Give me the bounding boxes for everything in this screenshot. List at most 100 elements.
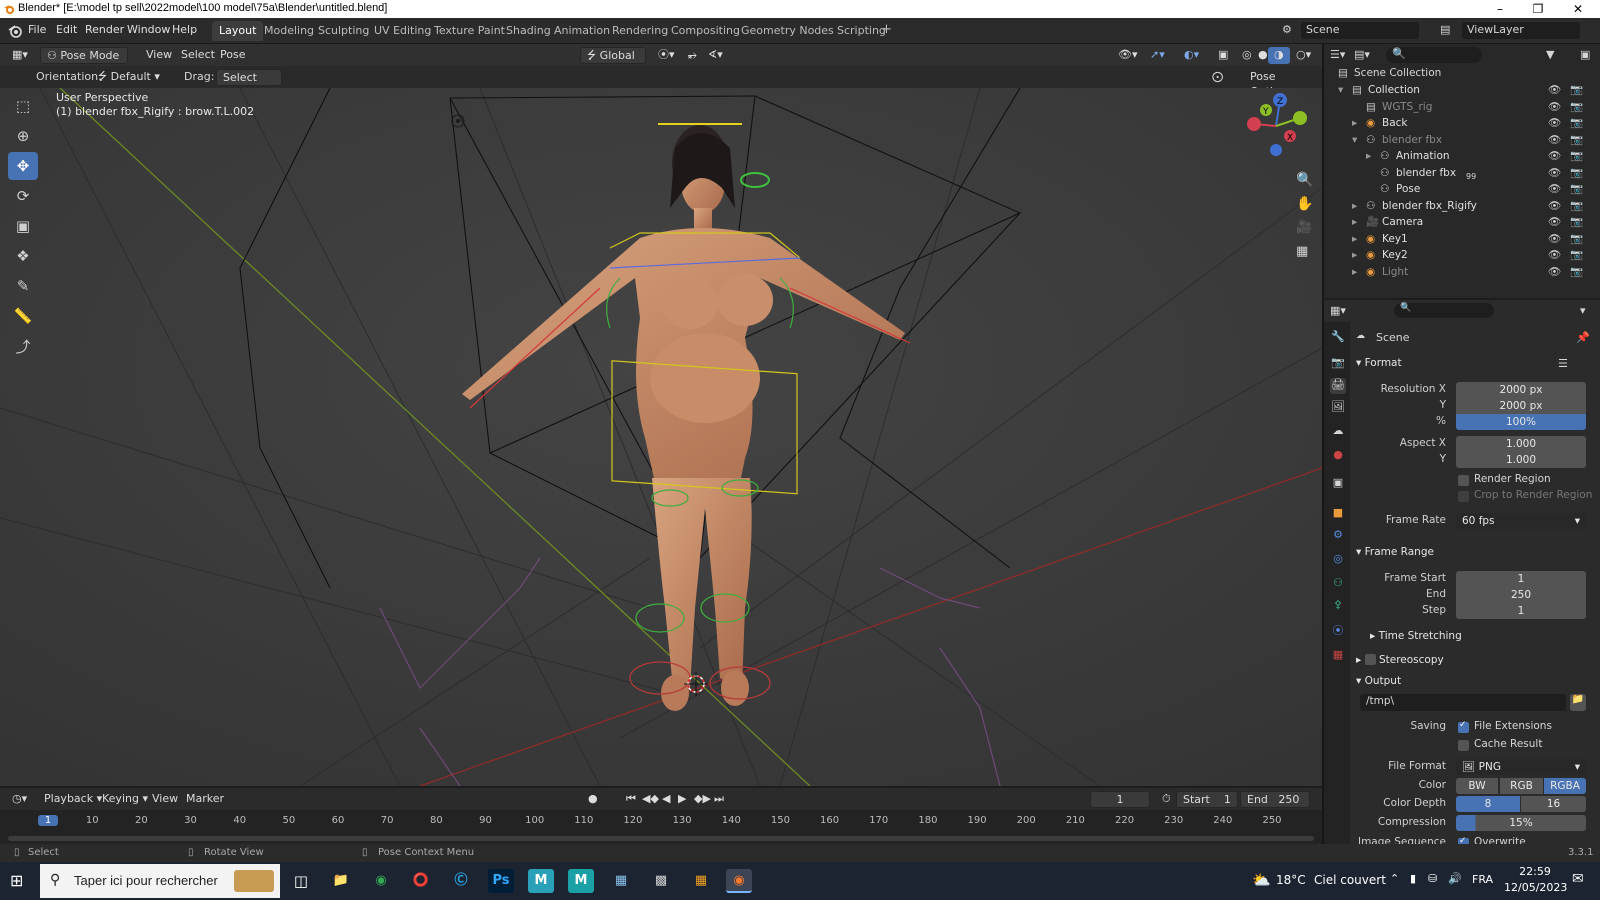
resolution-percent-field[interactable]: 100% [1456, 414, 1586, 430]
snap-options-icon[interactable]: ⨀ [1206, 69, 1229, 86]
expand-arrow-icon[interactable]: ▸ [1352, 264, 1357, 281]
snap-icon[interactable]: ⥵ [682, 47, 703, 64]
frame-rate-dropdown[interactable]: 60 fps ▾ [1456, 513, 1586, 529]
menu-pose[interactable]: Pose [214, 47, 251, 64]
tab-geometry-nodes[interactable]: Geometry Nodes [734, 21, 841, 41]
playhead[interactable]: 1 [38, 815, 58, 826]
file-extensions-checkbox[interactable] [1458, 720, 1469, 733]
rendered-shading-icon[interactable]: ○▾ [1290, 47, 1317, 64]
ccleaner-icon[interactable]: Ⓒ [448, 869, 474, 893]
opera-icon[interactable]: ⭕ [408, 869, 434, 893]
timeline[interactable]: 1 10 20 30 40 50 60 70 80 90 100 110 120 130 140 150 160… [0, 810, 1322, 844]
physics-tab-icon[interactable]: ◎ [1330, 552, 1346, 568]
color-rgba-button[interactable]: RGBA [1544, 778, 1586, 794]
move-tool-icon[interactable]: ✥ [8, 152, 38, 180]
battery-icon[interactable]: ▮ [1410, 872, 1416, 885]
constraint-tab-icon[interactable]: ⦿ [1330, 622, 1346, 638]
chrome-icon[interactable]: ◉ [368, 869, 394, 893]
record-icon[interactable]: ● [582, 791, 604, 808]
expand-arrow-icon[interactable]: ▸ [1352, 198, 1357, 215]
outliner-item[interactable]: ▸ ◉ Back 👁 📷 [1324, 115, 1600, 132]
xray-icon[interactable]: ▣ [1212, 47, 1234, 64]
menu-view[interactable]: View [140, 47, 178, 64]
bone-tool-icon[interactable]: ⤴ [8, 332, 38, 360]
render-tab-icon[interactable]: 📷 [1330, 356, 1346, 372]
material-shading-icon[interactable]: ◑ [1268, 47, 1290, 64]
cache-result-checkbox[interactable] [1458, 740, 1469, 751]
visibility-toggle-icon[interactable]: 👁 [1548, 264, 1561, 281]
orientation-dropdown[interactable]: ⭍ Default ▾ [92, 69, 172, 86]
expand-arrow-icon[interactable]: ▾ [1338, 82, 1343, 99]
blender-taskbar-icon[interactable]: ◉ [726, 869, 752, 893]
end-frame-field[interactable]: End 250 [1240, 791, 1310, 808]
clock-date[interactable]: 12/05/2023 [1504, 881, 1567, 894]
drag-dropdown[interactable]: Select Box ▾ [216, 69, 282, 99]
pivot-icon[interactable]: ⦿▾ [652, 47, 681, 64]
volume-icon[interactable]: 🔊 [1448, 872, 1462, 885]
outliner-item[interactable]: ▸ 🎥 Camera 👁 📷 [1324, 214, 1600, 231]
windows-start-icon[interactable]: ⊞ [10, 871, 23, 890]
cursor-tool-icon[interactable]: ⊕ [8, 122, 38, 150]
restore-icon[interactable]: ❐ [1522, 0, 1554, 18]
language-indicator[interactable]: FRA [1472, 873, 1493, 886]
aspect-x-field[interactable]: 1.000 [1456, 436, 1586, 452]
render-toggle-icon[interactable]: 📷 [1570, 247, 1583, 264]
tab-layout[interactable]: Layout [212, 21, 264, 41]
expand-arrow-icon[interactable]: ▸ [1352, 247, 1357, 264]
viewlayer-icon[interactable]: ▤ [1440, 23, 1450, 36]
visibility-toggle-icon[interactable]: 👁 [1548, 247, 1561, 264]
render-toggle-icon[interactable]: 📷 [1570, 231, 1583, 248]
clock-time[interactable]: 22:59 [1510, 865, 1560, 878]
maya-icon[interactable]: M [528, 869, 554, 893]
photoshop-icon[interactable]: Ps [488, 869, 514, 893]
render-toggle-icon[interactable]: 📷 [1570, 198, 1583, 215]
compression-slider[interactable]: 15% [1456, 815, 1586, 831]
navigation-gizmo[interactable]: Z Y X [1240, 90, 1312, 162]
3d-viewport[interactable]: User Perspective (1) blender fbx_Rigify … [0, 88, 1322, 786]
timeline-scrollbar[interactable] [8, 836, 1314, 841]
menu-marker[interactable]: Marker [180, 791, 230, 808]
visibility-toggle-icon[interactable]: 👁 [1548, 165, 1561, 182]
outliner-item[interactable]: ▸ ⚇ Animation 👁 📷 [1324, 148, 1600, 165]
resolution-x-field[interactable]: 2000 px [1456, 382, 1586, 398]
render-toggle-icon[interactable]: 📷 [1570, 132, 1583, 149]
collapse-icon[interactable]: ▾ [1580, 304, 1586, 317]
new-collection-icon[interactable]: ▣ [1580, 48, 1590, 61]
outliner-search[interactable]: 🔍 [1386, 47, 1482, 63]
render-toggle-icon[interactable]: 📷 [1570, 99, 1583, 116]
stopwatch-icon[interactable]: ⏱ [1156, 791, 1177, 808]
snap-target-icon[interactable]: ∢▾ [702, 47, 729, 64]
annotate-tool-icon[interactable]: ✎ [8, 272, 38, 300]
start-frame-field[interactable]: Start 1 [1176, 791, 1238, 808]
crop-region-checkbox[interactable] [1458, 491, 1469, 502]
visibility-toggle-icon[interactable]: 👁 [1548, 115, 1561, 132]
scale-tool-icon[interactable]: ▣ [8, 212, 38, 240]
aspect-y-field[interactable]: 1.000 [1456, 452, 1586, 468]
render-toggle-icon[interactable]: 📷 [1570, 148, 1583, 165]
render-toggle-icon[interactable]: 📷 [1570, 214, 1583, 231]
visibility-toggle-icon[interactable]: 👁 [1548, 132, 1561, 149]
mudbox-icon[interactable]: M [568, 869, 594, 893]
frame-step-field[interactable]: 1 [1456, 603, 1586, 619]
render-toggle-icon[interactable]: 📷 [1570, 115, 1583, 132]
current-frame-field[interactable]: 1 [1090, 791, 1150, 808]
rotate-tool-icon[interactable]: ⟳ [8, 182, 38, 210]
store-icon[interactable]: ▦ [688, 869, 714, 893]
outliner-item[interactable]: ▸ ⚇ blender fbx_Rigify 👁 📷 [1324, 198, 1600, 215]
minimize-icon[interactable]: – [1484, 0, 1516, 18]
outliner-editor-icon[interactable]: ☰▾ [1330, 48, 1345, 61]
add-workspace-icon[interactable]: + [874, 19, 899, 39]
transform-orientation-dropdown[interactable]: ⭍ Global ▾ [580, 47, 646, 77]
app-window-icon[interactable]: ▩ [648, 869, 674, 893]
menu-window[interactable]: Window [127, 23, 170, 36]
menu-render[interactable]: Render [85, 23, 124, 36]
visibility-toggle-icon[interactable]: 👁 [1548, 181, 1561, 198]
frame-end-field[interactable]: 250 [1456, 587, 1586, 603]
timeline-editor-icon[interactable]: ◷▾ [6, 791, 33, 808]
file-explorer-icon[interactable]: 📁 [328, 869, 354, 893]
expand-arrow-icon[interactable]: ▾ [1352, 132, 1357, 149]
frame-range-panel-header[interactable]: ▾ Frame Range [1356, 546, 1434, 558]
render-toggle-icon[interactable]: 📷 [1570, 82, 1583, 99]
weather-icon[interactable]: ⛅ [1252, 871, 1271, 889]
depth-16-button[interactable]: 16 [1521, 796, 1586, 812]
